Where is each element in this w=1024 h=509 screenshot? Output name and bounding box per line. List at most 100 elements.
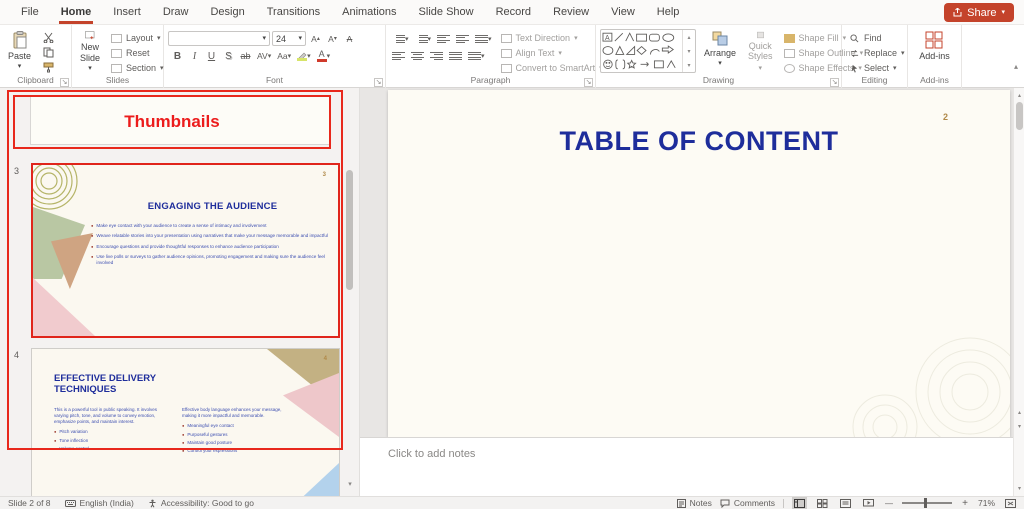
section-button[interactable]: Section▾ xyxy=(108,62,167,74)
slide-indicator[interactable]: Slide 2 of 8 xyxy=(8,498,51,508)
text-direction-button[interactable]: Text Direction▾ xyxy=(498,32,606,44)
tab-file[interactable]: File xyxy=(10,0,50,24)
paste-button[interactable]: Paste ▾ xyxy=(4,29,35,74)
slide-title[interactable]: TABLE OF CONTENT xyxy=(388,126,1010,157)
addins-button[interactable]: Add-ins xyxy=(915,29,954,74)
character-spacing-button[interactable]: AV▾ xyxy=(255,49,273,63)
zoom-slider-thumb[interactable] xyxy=(924,498,927,508)
increase-font-size-button[interactable]: A▴ xyxy=(308,32,323,46)
thumbnail-scrollbar[interactable] xyxy=(346,170,353,290)
fit-to-window-button[interactable] xyxy=(1003,497,1018,509)
convert-to-smartart-button[interactable]: Convert to SmartArt▾ xyxy=(498,62,606,74)
tab-review[interactable]: Review xyxy=(542,0,600,24)
language-selector[interactable]: English (India) xyxy=(65,498,134,508)
decrease-indent-button[interactable] xyxy=(435,32,452,46)
clipboard-dialog-launcher[interactable]: ↘ xyxy=(60,78,69,87)
main-scrollbar-thumb[interactable] xyxy=(1016,102,1023,130)
thumbnail-slide-3[interactable]: 3 ENGAGING THE AUDIENCE ●Make eye contac… xyxy=(31,163,340,338)
zoom-out-button[interactable]: — xyxy=(884,499,894,508)
shapes-scroll-up-icon[interactable]: ▴ xyxy=(683,30,695,44)
scissors-icon xyxy=(43,32,54,43)
font-color-swatch xyxy=(317,59,327,62)
decrease-indent-icon xyxy=(437,35,450,44)
zoom-in-button[interactable]: + xyxy=(960,498,970,509)
scroll-up-icon[interactable]: ▴ xyxy=(1014,89,1024,101)
line-spacing-button[interactable]: ▾ xyxy=(473,32,494,46)
align-center-button[interactable] xyxy=(409,49,426,63)
share-icon xyxy=(953,8,962,17)
tab-view[interactable]: View xyxy=(600,0,646,24)
layout-button[interactable]: Layout▾ xyxy=(108,32,167,44)
font-color-button[interactable]: A▾ xyxy=(315,49,333,63)
underline-button[interactable]: U xyxy=(204,49,219,63)
scroll-down-icon[interactable]: ▾ xyxy=(1014,482,1024,494)
paragraph-dialog-launcher[interactable]: ↘ xyxy=(584,78,593,87)
tab-transitions[interactable]: Transitions xyxy=(256,0,331,24)
reset-button[interactable]: Reset xyxy=(108,47,167,59)
cut-button[interactable] xyxy=(39,31,57,44)
new-slide-button[interactable]: New Slide ▾ xyxy=(76,29,104,74)
shapes-scroll-down-icon[interactable]: ▾ xyxy=(683,44,695,58)
font-size-combo[interactable]: 24▾ xyxy=(272,31,306,46)
tab-slide-show[interactable]: Slide Show xyxy=(408,0,485,24)
notes-pane[interactable]: Click to add notes xyxy=(360,437,1013,496)
notes-toggle[interactable]: Notes xyxy=(677,498,712,508)
highlight-color-button[interactable]: ▾ xyxy=(295,49,313,63)
align-right-button[interactable] xyxy=(428,49,445,63)
accessibility-status[interactable]: Accessibility: Good to go xyxy=(148,498,254,508)
next-slide-button[interactable]: ▾ xyxy=(1014,420,1024,432)
share-button[interactable]: Share ▾ xyxy=(944,3,1014,22)
slide-editor: 2 TABLE OF CONTENT Click to add notes xyxy=(360,88,1013,496)
slide-canvas[interactable]: 2 TABLE OF CONTENT xyxy=(388,90,1010,437)
quick-styles-button[interactable]: QuickStyles ▾ xyxy=(744,29,777,74)
replace-button[interactable]: Replace▾ xyxy=(846,47,908,59)
comments-toggle[interactable]: Comments xyxy=(720,498,775,508)
align-text-button[interactable]: Align Text▾ xyxy=(498,47,606,59)
slide-sorter-view-button[interactable] xyxy=(815,497,830,509)
main-scrollbar[interactable]: ▴ ▴ ▾ ▾ xyxy=(1013,88,1024,496)
tab-record[interactable]: Record xyxy=(485,0,542,24)
change-case-button[interactable]: Aa▾ xyxy=(275,49,293,63)
text-shadow-button[interactable]: S xyxy=(221,49,236,63)
shapes-gallery[interactable]: A ▴ ▾ ▾ xyxy=(600,29,696,73)
reading-view-button[interactable] xyxy=(838,497,853,509)
new-slide-label: New Slide xyxy=(80,42,100,63)
slideshow-button[interactable] xyxy=(861,497,876,509)
italic-button[interactable]: I xyxy=(187,49,202,63)
copy-button[interactable] xyxy=(39,46,57,59)
bold-button[interactable]: B xyxy=(170,49,185,63)
select-button[interactable]: Select▾ xyxy=(846,62,908,74)
tab-home[interactable]: Home xyxy=(50,0,103,24)
find-button[interactable]: Find xyxy=(846,32,908,44)
align-left-button[interactable] xyxy=(390,49,407,63)
tab-help[interactable]: Help xyxy=(646,0,691,24)
zoom-level[interactable]: 71% xyxy=(978,498,995,508)
increase-indent-button[interactable] xyxy=(454,32,471,46)
font-dialog-launcher[interactable]: ↘ xyxy=(374,78,383,87)
zoom-slider[interactable] xyxy=(902,502,952,504)
numbering-button[interactable]: ▾ xyxy=(413,32,434,46)
decrease-font-size-button[interactable]: A▾ xyxy=(325,32,340,46)
drawing-dialog-launcher[interactable]: ↘ xyxy=(830,78,839,87)
strikethrough-button[interactable]: ab xyxy=(238,49,253,63)
tab-design[interactable]: Design xyxy=(199,0,255,24)
clear-formatting-button[interactable]: A xyxy=(342,32,357,46)
shapes-more-icon[interactable]: ▾ xyxy=(683,58,695,72)
ribbon-group-slides: New Slide ▾ Layout▾ Reset Section▾ Slide… xyxy=(72,25,164,88)
justify-button[interactable] xyxy=(447,49,464,63)
tab-animations[interactable]: Animations xyxy=(331,0,407,24)
previous-slide-button[interactable]: ▴ xyxy=(1014,406,1024,418)
columns-button[interactable]: ▾ xyxy=(466,49,487,63)
tab-insert[interactable]: Insert xyxy=(102,0,152,24)
arrange-button[interactable]: Arrange ▾ xyxy=(700,29,740,74)
normal-view-button[interactable] xyxy=(792,497,807,509)
thumbnail-slide-4[interactable]: 4 EFFECTIVE DELIVERY TECHNIQUES This is … xyxy=(31,348,340,496)
thumbnail-scroll-down-icon[interactable]: ▾ xyxy=(344,478,356,490)
bullets-button[interactable]: ▾ xyxy=(390,32,411,46)
tab-draw[interactable]: Draw xyxy=(152,0,200,24)
collapse-ribbon-button[interactable]: ▴ xyxy=(1014,62,1018,71)
share-caret-icon: ▾ xyxy=(1001,9,1005,16)
thumbnail-slide-2-partial[interactable] xyxy=(30,95,331,145)
format-painter-button[interactable] xyxy=(39,61,57,74)
font-family-combo[interactable]: ▾ xyxy=(168,31,270,46)
